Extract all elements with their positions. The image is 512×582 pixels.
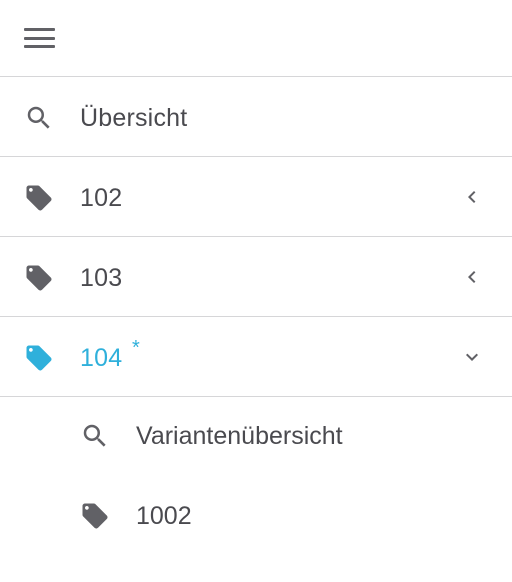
subnav-item-label: Variantenübersicht [136,422,343,450]
hamburger-menu-icon[interactable] [24,27,56,49]
nav-item-102[interactable]: 102 [0,157,512,237]
tag-icon [82,503,108,529]
nav-item-104[interactable]: 104 * [0,317,512,397]
nav-item-label: 103 [80,264,123,292]
nav-item-label: 104 * [80,337,140,373]
search-icon [83,424,106,447]
subnav-item-variant-overview[interactable]: Variantenübersicht [0,397,512,477]
search-icon [27,106,50,129]
nav-item-label: 102 [80,184,123,212]
nav-item-label-text: 104 [80,344,123,372]
top-bar [0,0,512,77]
tag-icon [26,265,52,291]
nav-item-overview[interactable]: Übersicht [0,77,512,157]
nav-item-label: Übersicht [80,104,188,132]
chevron-left-icon[interactable] [460,185,484,209]
tag-icon [26,185,52,211]
subnav-item-1002[interactable]: 1002 [0,477,512,557]
navigation-drawer: Übersicht 102 103 104 * Variantenübersic… [0,0,512,582]
modified-marker: * [132,337,140,359]
chevron-down-icon[interactable] [460,345,484,369]
subnav-item-label: 1002 [136,502,192,530]
tag-icon [26,345,52,371]
chevron-left-icon[interactable] [460,265,484,289]
nav-item-103[interactable]: 103 [0,237,512,317]
